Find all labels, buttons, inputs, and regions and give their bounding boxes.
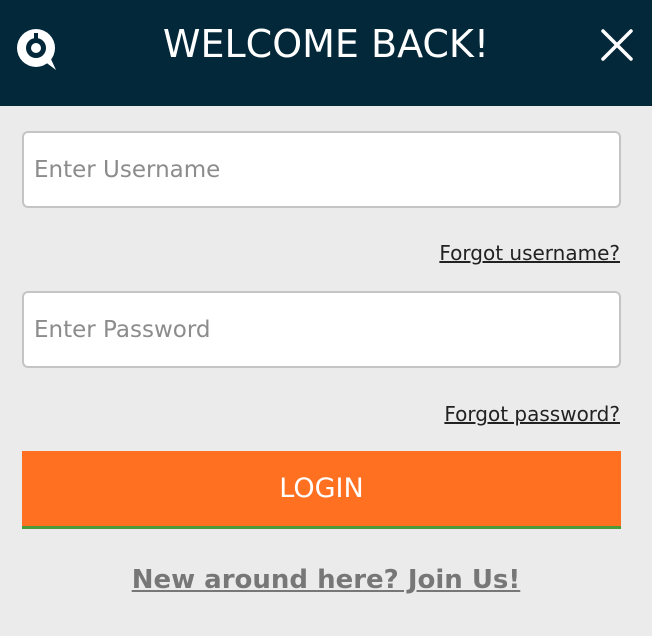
modal-header: WELCOME BACK! bbox=[0, 0, 652, 106]
join-us-link[interactable]: New around here? Join Us! bbox=[0, 565, 652, 595]
forgot-password-link[interactable]: Forgot password? bbox=[444, 402, 620, 426]
forgot-username-link[interactable]: Forgot username? bbox=[439, 241, 620, 265]
close-icon[interactable] bbox=[600, 28, 634, 62]
login-button[interactable]: LOGIN bbox=[22, 451, 621, 529]
password-input[interactable] bbox=[22, 291, 621, 368]
page-title: WELCOME BACK! bbox=[162, 22, 490, 66]
username-input[interactable] bbox=[22, 131, 621, 208]
